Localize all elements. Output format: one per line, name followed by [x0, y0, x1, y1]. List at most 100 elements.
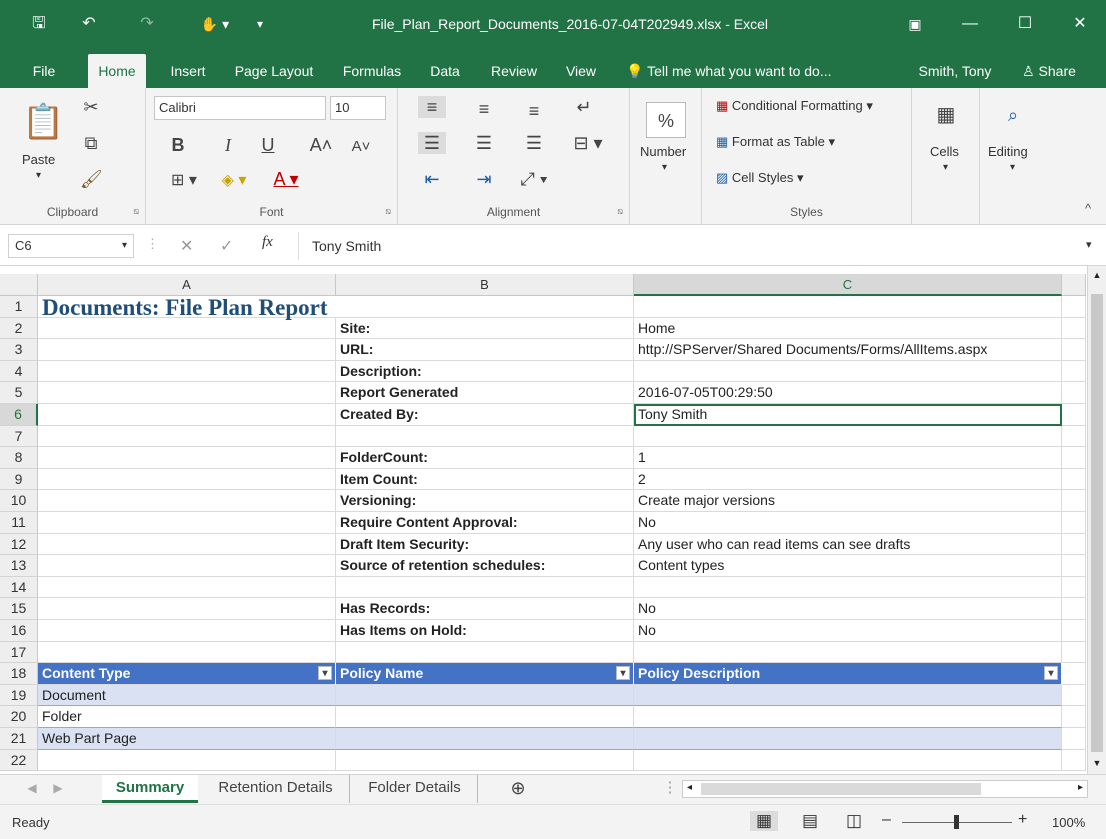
cell-d[interactable] — [1062, 555, 1086, 577]
cell-c[interactable] — [634, 296, 1062, 318]
page-break-view-icon[interactable]: ◫ — [840, 811, 868, 831]
row-header[interactable]: 10 — [0, 490, 38, 512]
cell-b[interactable]: Has Items on Hold: — [336, 620, 634, 642]
conditional-formatting-button[interactable]: ▦ Conditional Formatting ▾ — [716, 98, 873, 114]
tab-split-icon[interactable]: ⋮ — [660, 775, 680, 803]
row-header[interactable]: 14 — [0, 576, 38, 599]
cell-c[interactable] — [634, 360, 1062, 383]
row-header[interactable]: 21 — [0, 728, 38, 750]
cell-b[interactable] — [336, 706, 634, 728]
row-header[interactable]: 15 — [0, 598, 38, 620]
cell-d[interactable] — [1062, 641, 1086, 664]
paste-icon[interactable]: 📋 — [22, 100, 64, 144]
cell-d[interactable] — [1062, 468, 1086, 491]
cell-d[interactable] — [1062, 512, 1086, 534]
cell-a[interactable] — [38, 317, 336, 340]
scroll-right-icon[interactable]: ▸ — [1078, 782, 1083, 793]
borders-icon[interactable]: ⊞ ▾ — [164, 170, 204, 192]
row-header[interactable]: 9 — [0, 468, 38, 491]
cell-b[interactable]: FolderCount: — [336, 447, 634, 469]
font-name-box[interactable]: Calibri — [154, 96, 326, 120]
cell-b[interactable]: URL: — [336, 339, 634, 361]
zoom-in-icon[interactable]: + — [1018, 811, 1027, 829]
font-size-box[interactable]: 10 — [330, 96, 386, 120]
cell-a[interactable] — [38, 576, 336, 599]
paste-dropdown-icon[interactable]: ▾ — [36, 170, 41, 181]
cell-a[interactable] — [38, 620, 336, 642]
tab-data[interactable]: Data — [422, 54, 468, 88]
cell-b[interactable] — [336, 749, 634, 772]
cell-c[interactable]: 1 — [634, 447, 1062, 469]
percent-icon[interactable]: % — [646, 102, 686, 138]
cell-d[interactable] — [1062, 317, 1086, 340]
cell-c[interactable]: 2 — [634, 468, 1062, 491]
cell-a[interactable]: Web Part Page — [38, 728, 336, 750]
close-icon[interactable]: ✕ — [1065, 0, 1095, 48]
fill-color-icon[interactable]: ◈ ▾ — [212, 170, 256, 192]
cell-b[interactable]: Description: — [336, 360, 634, 383]
name-box[interactable]: C6 ▾ — [8, 234, 134, 258]
filter-dropdown-icon[interactable]: ▾ — [318, 666, 332, 681]
align-bottom-icon[interactable]: ≡ — [520, 100, 548, 122]
formula-input[interactable]: Tony Smith — [312, 238, 381, 254]
cell-d[interactable] — [1062, 425, 1086, 448]
find-icon[interactable]: ⌕ — [1000, 104, 1026, 126]
row-header[interactable]: 19 — [0, 684, 38, 707]
cell-c[interactable] — [634, 706, 1062, 728]
tab-review[interactable]: Review — [484, 54, 544, 88]
align-right-icon[interactable]: ☰ — [520, 132, 548, 154]
copy-icon[interactable]: ⧉ — [80, 132, 102, 154]
normal-view-icon[interactable]: ▦ — [750, 811, 778, 831]
share-button[interactable]: ♙ Share — [1012, 54, 1086, 88]
row-header[interactable]: 11 — [0, 512, 38, 534]
clipboard-launcher-icon[interactable]: ⧅ — [133, 206, 139, 217]
cell-c[interactable]: No — [634, 598, 1062, 620]
cell-a[interactable] — [38, 533, 336, 556]
row-header[interactable]: 8 — [0, 447, 38, 469]
italic-button[interactable]: I — [218, 134, 238, 156]
cell-b[interactable]: Has Records: — [336, 598, 634, 620]
cell-d[interactable] — [1062, 339, 1086, 361]
align-middle-icon[interactable]: ≡ — [470, 98, 498, 120]
cell-a[interactable] — [38, 641, 336, 664]
user-name[interactable]: Smith, Tony — [910, 54, 1000, 88]
cell-b[interactable]: Item Count: — [336, 468, 634, 491]
column-header-a[interactable]: A — [38, 274, 336, 296]
cell-a[interactable]: Documents: File Plan Report — [38, 296, 336, 319]
underline-button[interactable]: U — [258, 134, 278, 156]
cell-d[interactable] — [1062, 663, 1086, 685]
vertical-scrollbar[interactable]: ▲ ▼ — [1087, 266, 1106, 774]
format-painter-icon[interactable]: 🖌 — [80, 168, 103, 190]
font-launcher-icon[interactable]: ⧅ — [385, 206, 391, 217]
cell-c[interactable]: No — [634, 512, 1062, 534]
row-header[interactable]: 16 — [0, 620, 38, 642]
cell-styles-button[interactable]: ▨ Cell Styles ▾ — [716, 170, 803, 186]
collapse-ribbon-icon[interactable]: ^ — [1078, 198, 1098, 220]
cell-a[interactable] — [38, 382, 336, 404]
align-center-icon[interactable]: ☰ — [470, 132, 498, 154]
cells-dropdown-icon[interactable]: ▾ — [943, 162, 948, 173]
maximize-icon[interactable]: ☐ — [1010, 0, 1040, 48]
increase-font-icon[interactable]: A˄ — [306, 134, 336, 156]
row-header[interactable]: 4 — [0, 360, 38, 383]
cell-c[interactable]: Content types — [634, 555, 1062, 577]
row-header[interactable]: 18 — [0, 663, 38, 685]
tab-home[interactable]: Home — [88, 54, 146, 88]
cell-d[interactable] — [1062, 382, 1086, 404]
row-header[interactable]: 5 — [0, 382, 38, 404]
column-header-b[interactable]: B — [336, 274, 634, 296]
save-icon[interactable]: 🖫 — [24, 0, 54, 48]
undo-icon[interactable]: ↶ — [74, 0, 104, 48]
tab-page-layout[interactable]: Page Layout — [226, 54, 322, 88]
cell-a[interactable] — [38, 447, 336, 469]
cell-d[interactable] — [1062, 749, 1086, 772]
scroll-up-icon[interactable]: ▲ — [1088, 270, 1106, 280]
cell-a[interactable] — [38, 555, 336, 577]
cell-b[interactable]: Require Content Approval: — [336, 512, 634, 534]
cell-b[interactable]: Policy Name ▾ — [336, 663, 634, 685]
cell-c[interactable]: Policy Description ▾ — [634, 663, 1062, 685]
font-color-icon[interactable]: A ▾ — [264, 168, 308, 190]
cell-c[interactable]: Any user who can read items can see draf… — [634, 533, 1062, 556]
orientation-icon[interactable]: ⤢ ▾ — [514, 168, 554, 190]
row-header[interactable]: 7 — [0, 425, 38, 448]
